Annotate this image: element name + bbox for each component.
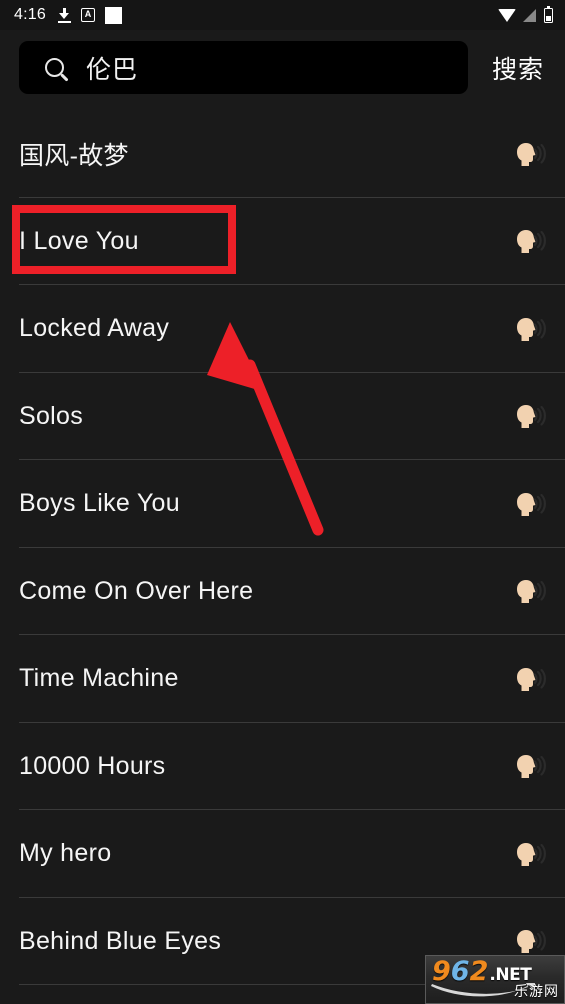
status-bar-right-icons [498, 5, 553, 23]
speaking-head-icon[interactable] [513, 839, 547, 869]
song-title: Behind Blue Eyes [19, 926, 222, 955]
song-title: Solos [19, 401, 84, 430]
song-list-item[interactable]: Boys Like You [0, 460, 565, 548]
song-list-item[interactable]: Locked Away [0, 285, 565, 373]
speaking-head-icon[interactable] [513, 751, 547, 781]
song-title: Time Machine [19, 664, 179, 693]
speaking-head-icon[interactable] [513, 139, 547, 169]
speaking-head-icon[interactable] [513, 401, 547, 431]
app-screen: 4:16 A 伦巴 搜索 国风-故梦 I Love You Locked Away S… [0, 0, 565, 1004]
song-list-item[interactable]: 国风-故梦 [0, 110, 565, 198]
white-square-icon [104, 6, 122, 24]
search-button[interactable]: 搜索 [492, 50, 544, 86]
wifi-icon [498, 8, 516, 22]
song-list-item[interactable]: Come On Over Here [0, 548, 565, 636]
watermark: 9 6 2 .NET 乐游网 [425, 955, 565, 1004]
status-bar: 4:16 A [0, 0, 565, 30]
speaking-head-icon[interactable] [513, 314, 547, 344]
a-badge-icon: A [80, 8, 95, 22]
watermark-chinese-text: 乐游网 [514, 983, 559, 999]
speaking-head-icon[interactable] [513, 926, 547, 956]
speaking-head-icon[interactable] [513, 576, 547, 606]
search-input[interactable]: 伦巴 [19, 41, 468, 94]
search-input-value: 伦巴 [86, 55, 139, 84]
speaking-head-icon[interactable] [513, 664, 547, 694]
song-title: 10000 Hours [19, 751, 166, 780]
battery-icon [544, 5, 553, 23]
song-list: 国风-故梦 I Love You Locked Away Solos Boys Like… [0, 110, 565, 985]
song-list-item[interactable]: Solos [0, 373, 565, 461]
song-title: I Love You [19, 226, 139, 255]
status-bar-left-icons: A [57, 6, 122, 24]
song-list-item[interactable]: My hero [0, 810, 565, 898]
status-bar-time: 4:16 [14, 6, 46, 23]
song-list-item[interactable]: Time Machine [0, 635, 565, 723]
download-icon [57, 7, 71, 23]
song-title: 国风-故梦 [19, 141, 129, 170]
song-title: Boys Like You [19, 489, 180, 518]
search-bar: 伦巴 搜索 [0, 41, 565, 94]
search-icon [45, 58, 64, 77]
song-list-item[interactable]: I Love You [0, 198, 565, 286]
speaking-head-icon[interactable] [513, 226, 547, 256]
speaking-head-icon[interactable] [513, 489, 547, 519]
song-title: My hero [19, 839, 112, 868]
song-list-item[interactable]: 10000 Hours [0, 723, 565, 811]
song-title: Locked Away [19, 314, 170, 343]
signal-icon [523, 8, 537, 22]
song-title: Come On Over Here [19, 576, 254, 605]
